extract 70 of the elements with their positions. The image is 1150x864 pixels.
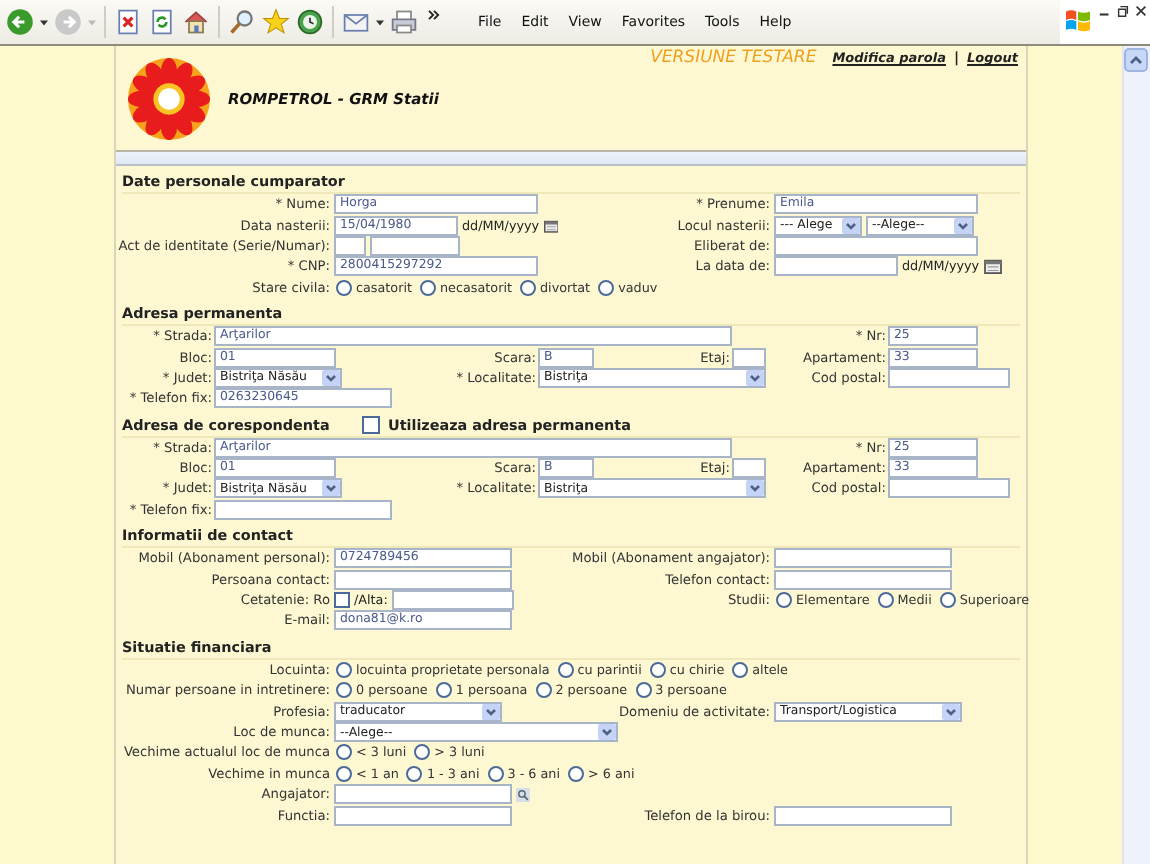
checkbox[interactable]	[334, 592, 350, 609]
radio-button[interactable]	[557, 661, 574, 678]
radio-button[interactable]	[776, 592, 792, 609]
scrollbar[interactable]	[1122, 46, 1150, 864]
caret-icon	[482, 703, 500, 720]
caret-icon	[842, 217, 860, 234]
radio-button[interactable]	[336, 661, 352, 678]
caret-icon	[746, 369, 764, 386]
input-field[interactable]	[334, 805, 512, 826]
flower-logo-icon	[126, 55, 212, 141]
input-field[interactable]	[214, 499, 392, 520]
input-field[interactable]	[334, 235, 366, 256]
history-icon[interactable]	[296, 8, 324, 36]
radio-button[interactable]	[435, 682, 452, 699]
scroll-up-button[interactable]	[1124, 48, 1148, 72]
input-field[interactable]	[334, 784, 512, 805]
dropdown-arrow-icon[interactable]	[376, 19, 384, 25]
input-field[interactable]	[774, 256, 898, 277]
radio-button[interactable]	[487, 765, 504, 782]
caret-icon	[598, 724, 616, 740]
input-field[interactable]	[334, 569, 512, 590]
radio-button[interactable]	[568, 765, 585, 782]
mail-icon[interactable]	[342, 8, 370, 36]
calendar-icon[interactable]	[543, 217, 558, 234]
radio-button[interactable]	[336, 744, 352, 761]
chevrons-icon[interactable]	[428, 9, 440, 19]
radio-button[interactable]	[635, 682, 652, 699]
refresh-icon[interactable]	[148, 8, 176, 36]
caret-icon	[322, 480, 340, 497]
radio-button[interactable]	[598, 279, 615, 296]
input-field[interactable]	[774, 569, 952, 590]
input-field[interactable]	[774, 805, 952, 826]
search-icon[interactable]	[516, 787, 530, 802]
radio-button[interactable]	[336, 279, 352, 296]
input-field[interactable]	[391, 590, 514, 611]
close-icon[interactable]	[1134, 4, 1148, 18]
caret-icon	[746, 480, 764, 497]
print-icon[interactable]	[390, 8, 418, 36]
radio-button[interactable]	[420, 279, 436, 296]
calendar-icon[interactable]	[983, 258, 1002, 275]
caret-icon	[942, 703, 960, 720]
input-field[interactable]	[774, 548, 952, 569]
radio-button[interactable]	[877, 592, 894, 609]
radio-button[interactable]	[939, 592, 956, 609]
radio-button[interactable]	[535, 682, 552, 699]
caret-icon	[954, 217, 972, 234]
input-field[interactable]	[370, 235, 460, 256]
input-field[interactable]	[732, 458, 766, 479]
radio-button[interactable]	[406, 765, 423, 782]
radio-button[interactable]	[336, 765, 352, 782]
radio-button[interactable]	[732, 661, 749, 678]
radio-button[interactable]	[336, 682, 352, 699]
input-field[interactable]	[732, 347, 766, 368]
radio-button[interactable]	[519, 279, 536, 296]
star-icon[interactable]	[262, 8, 290, 36]
flag-logo-icon	[1064, 8, 1092, 32]
home-icon[interactable]	[182, 8, 210, 36]
dropdown-arrow-icon[interactable]	[40, 19, 48, 25]
radio-button[interactable]	[649, 661, 666, 678]
version-notice: VERSIUNE TESTARE	[650, 48, 817, 68]
search-icon[interactable]	[228, 8, 256, 36]
checkbox[interactable]	[362, 415, 380, 434]
input-field[interactable]	[888, 367, 1010, 388]
input-field[interactable]	[774, 235, 978, 256]
back-icon[interactable]	[6, 8, 34, 36]
stop-icon[interactable]	[114, 8, 142, 36]
restore-icon[interactable]	[1116, 4, 1130, 18]
radio-button[interactable]	[414, 744, 431, 761]
input-field[interactable]	[888, 478, 1010, 499]
caret-icon	[322, 369, 340, 386]
